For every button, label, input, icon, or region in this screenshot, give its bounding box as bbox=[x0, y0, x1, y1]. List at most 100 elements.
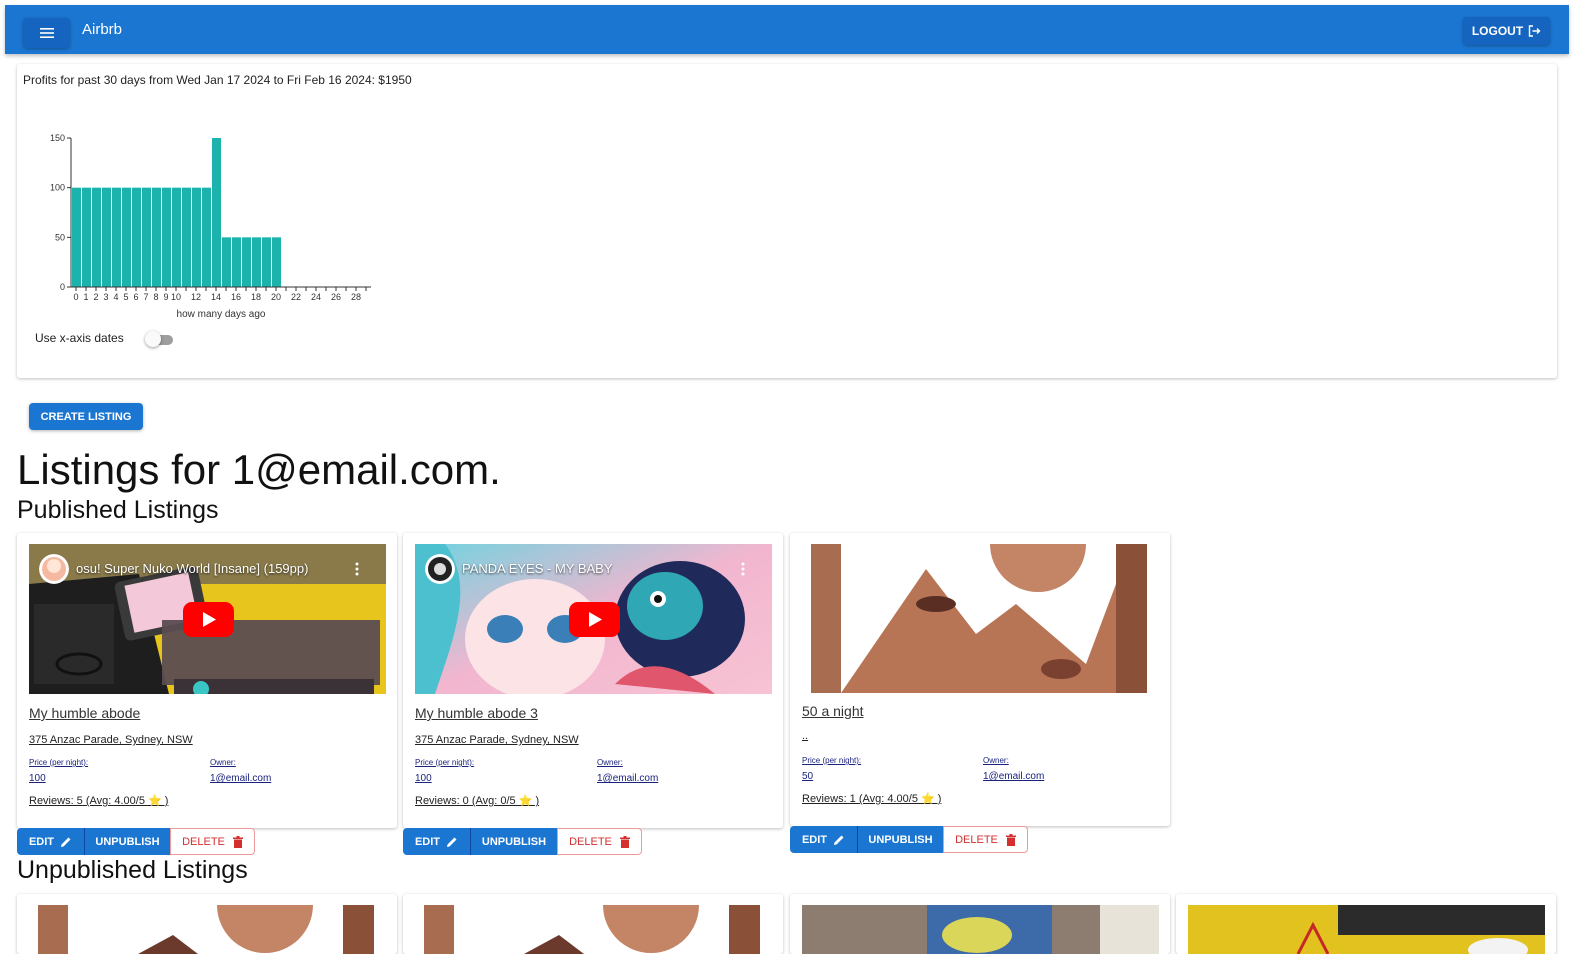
reviews-link[interactable]: Reviews: 1 (Avg: 4.00/5 ⭐ ) bbox=[802, 792, 941, 805]
x-tick-label: 1 bbox=[83, 292, 88, 302]
x-tick-label: 16 bbox=[231, 292, 241, 302]
app-title: Airbrb bbox=[82, 21, 123, 38]
edit-button[interactable]: EDIT bbox=[790, 826, 857, 853]
price-value[interactable]: 100 bbox=[415, 773, 432, 784]
trash-icon bbox=[1005, 833, 1016, 846]
x-tick-label: 18 bbox=[251, 292, 261, 302]
edit-button[interactable]: EDIT bbox=[403, 828, 470, 855]
unpublish-button[interactable]: UNPUBLISH bbox=[470, 828, 557, 855]
page-title: Listings for 1@email.com. bbox=[17, 446, 501, 493]
listing-address[interactable]: 375 Anzac Parade, Sydney, NSW bbox=[29, 734, 193, 746]
listing-thumbnail[interactable] bbox=[1188, 905, 1545, 954]
delete-button[interactable]: DELETE bbox=[170, 828, 255, 855]
listing-image bbox=[802, 905, 1159, 954]
youtube-play-icon[interactable] bbox=[183, 602, 234, 637]
chart-bar bbox=[222, 237, 231, 287]
y-tick-label: 150 bbox=[50, 133, 65, 143]
chart-bar bbox=[212, 138, 221, 287]
youtube-play-icon[interactable] bbox=[569, 602, 620, 637]
price-value[interactable]: 100 bbox=[29, 773, 46, 784]
chart-bar bbox=[152, 187, 161, 287]
xaxis-dates-label: Use x-axis dates bbox=[35, 331, 124, 345]
listing-image bbox=[1188, 905, 1545, 954]
owner-value[interactable]: 1@email.com bbox=[983, 771, 1044, 782]
price-label: Price (per night): bbox=[802, 756, 862, 765]
listing-video-thumbnail[interactable]: osu! Super Nuko World [Insane] (159pp) bbox=[29, 544, 386, 694]
listing-card: PANDA EYES - MY BABY My humble abode 3 3… bbox=[403, 533, 783, 828]
listing-card: 50 a night .. Price (per night): Owner: … bbox=[790, 533, 1170, 826]
x-tick-label: 20 bbox=[271, 292, 281, 302]
menu-button[interactable] bbox=[23, 18, 70, 48]
listing-title[interactable]: 50 a night bbox=[802, 703, 864, 719]
edit-button[interactable]: EDIT bbox=[17, 828, 84, 855]
owner-value[interactable]: 1@email.com bbox=[210, 773, 271, 784]
listing-thumbnail[interactable] bbox=[802, 905, 1159, 954]
x-tick-label: 14 bbox=[211, 292, 221, 302]
unpublished-heading: Unpublished Listings bbox=[17, 856, 248, 884]
delete-label: DELETE bbox=[182, 835, 225, 848]
logout-icon bbox=[1528, 25, 1541, 37]
delete-label: DELETE bbox=[569, 835, 612, 848]
x-tick-label: 12 bbox=[191, 292, 201, 302]
price-value[interactable]: 50 bbox=[802, 771, 813, 782]
x-tick-label: 0 bbox=[73, 292, 78, 302]
listing-title[interactable]: My humble abode 3 bbox=[415, 705, 538, 721]
edit-label: EDIT bbox=[28, 835, 55, 848]
listing-title[interactable]: My humble abode bbox=[29, 705, 140, 721]
xaxis-dates-toggle[interactable] bbox=[145, 331, 175, 347]
x-tick-label: 3 bbox=[103, 292, 108, 302]
x-tick-label: 28 bbox=[351, 292, 361, 302]
chart-bar bbox=[142, 187, 151, 287]
chart-bar bbox=[82, 187, 91, 287]
chart-bar bbox=[192, 187, 201, 287]
chart-bar bbox=[162, 187, 171, 287]
channel-avatar bbox=[425, 554, 455, 584]
x-tick-label: 26 bbox=[331, 292, 341, 302]
published-heading: Published Listings bbox=[17, 496, 219, 524]
listing-address[interactable]: .. bbox=[802, 730, 808, 742]
reviews-link[interactable]: Reviews: 0 (Avg: 0/5 ⭐ ) bbox=[415, 794, 539, 807]
listing-image bbox=[38, 905, 374, 954]
video-title: PANDA EYES - MY BABY bbox=[462, 561, 613, 576]
listing-video-thumbnail[interactable]: PANDA EYES - MY BABY bbox=[415, 544, 772, 694]
x-tick-label: 22 bbox=[291, 292, 301, 302]
app-bar: Airbrb LOGOUT bbox=[5, 5, 1569, 54]
chart-bar bbox=[172, 187, 181, 287]
listing-thumbnail[interactable] bbox=[811, 544, 1147, 693]
listing-card bbox=[1176, 894, 1556, 954]
image-placeholder-icon bbox=[811, 544, 1147, 693]
chart-bar bbox=[262, 237, 271, 287]
x-tick-label: 8 bbox=[153, 292, 158, 302]
delete-button[interactable]: DELETE bbox=[943, 826, 1028, 853]
chart-bar bbox=[182, 187, 191, 287]
x-tick-label: 6 bbox=[133, 292, 138, 302]
trash-icon bbox=[619, 835, 630, 848]
y-tick-label: 0 bbox=[60, 282, 65, 292]
create-listing-button[interactable]: CREATE LISTING bbox=[29, 403, 143, 430]
listing-thumbnail[interactable] bbox=[424, 905, 760, 954]
chart-bar bbox=[102, 187, 111, 287]
delete-button[interactable]: DELETE bbox=[557, 828, 642, 855]
profit-card: Profits for past 30 days from Wed Jan 17… bbox=[17, 64, 1557, 378]
chart-bar bbox=[232, 237, 241, 287]
logout-button[interactable]: LOGOUT bbox=[1463, 17, 1550, 45]
unpublish-button[interactable]: UNPUBLISH bbox=[84, 828, 170, 855]
pencil-icon bbox=[834, 835, 844, 845]
more-options-icon[interactable] bbox=[741, 562, 745, 576]
owner-label: Owner: bbox=[597, 758, 623, 767]
unpublish-button[interactable]: UNPUBLISH bbox=[857, 826, 943, 853]
chart-bar bbox=[252, 237, 261, 287]
chart-bar bbox=[132, 187, 141, 287]
owner-value[interactable]: 1@email.com bbox=[597, 773, 658, 784]
toggle-thumb bbox=[145, 331, 161, 347]
x-tick-label: 10 bbox=[171, 292, 181, 302]
more-options-icon[interactable] bbox=[355, 562, 359, 576]
x-tick-label: 24 bbox=[311, 292, 321, 302]
listing-card: osu! Super Nuko World [Insane] (159pp) M… bbox=[17, 533, 397, 828]
listing-thumbnail[interactable] bbox=[38, 905, 374, 954]
delete-label: DELETE bbox=[955, 833, 998, 846]
listing-address[interactable]: 375 Anzac Parade, Sydney, NSW bbox=[415, 734, 579, 746]
listing-card bbox=[790, 894, 1170, 954]
reviews-link[interactable]: Reviews: 5 (Avg: 4.00/5 ⭐ ) bbox=[29, 794, 168, 807]
x-tick-label: 9 bbox=[163, 292, 168, 302]
